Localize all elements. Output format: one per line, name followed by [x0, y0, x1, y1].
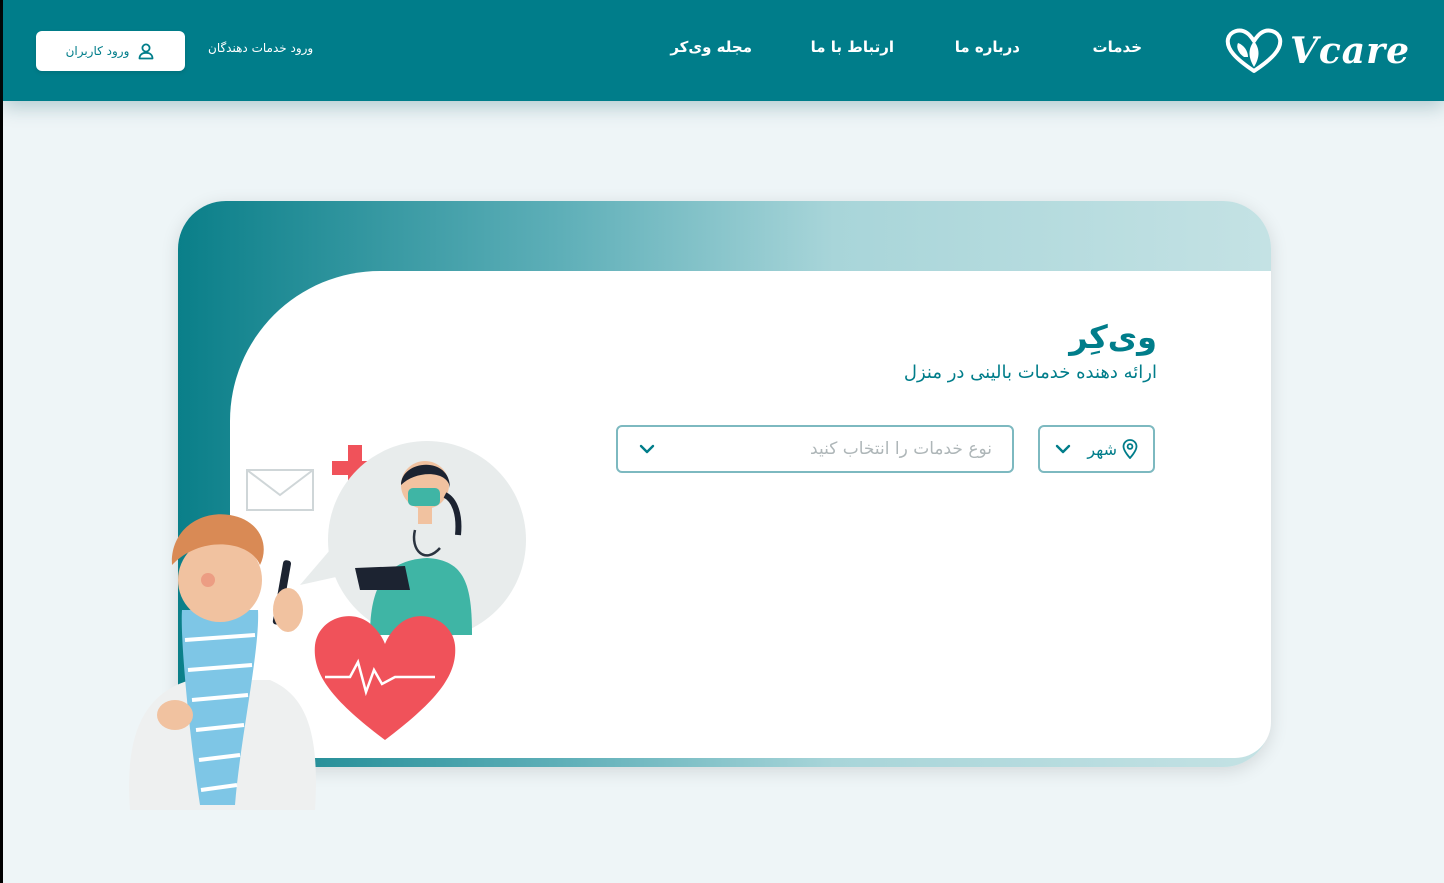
- user-icon: [139, 43, 154, 60]
- top-navbar: Vcare خدمات درباره ما ارتباط با ما مجله …: [3, 0, 1444, 101]
- city-select-value: شهر: [1087, 439, 1139, 459]
- telemedicine-illustration: [129, 441, 526, 810]
- nav-services[interactable]: خدمات: [1093, 38, 1142, 62]
- heart-leaf-icon: [1225, 28, 1283, 73]
- chevron-down-icon: [1055, 444, 1071, 454]
- vcare-logo[interactable]: Vcare: [1224, 26, 1410, 76]
- nav-about[interactable]: درباره ما: [955, 38, 1020, 62]
- service-type-placeholder: نوع خدمات را انتخاب کنید: [810, 439, 992, 459]
- nav-magazine[interactable]: مجله وی‌کر: [670, 38, 752, 62]
- city-select[interactable]: شهر: [1038, 425, 1155, 473]
- hero-title: وی‌کِر: [1069, 318, 1157, 356]
- user-login-label: ورود کاربران: [65, 44, 130, 58]
- provider-login-link[interactable]: ورود خدمات دهندگان: [208, 41, 313, 55]
- logo-text: Vcare: [1289, 30, 1410, 72]
- hero-subtitle: ارائه دهنده خدمات بالینی در منزل: [903, 362, 1157, 383]
- location-pin-icon: [1122, 439, 1138, 459]
- nav-contact[interactable]: ارتباط با ما: [811, 38, 894, 62]
- window-edge: [0, 0, 3, 883]
- patient-figure: [129, 514, 316, 810]
- envelope-icon: [246, 469, 314, 511]
- chevron-down-icon: [639, 444, 655, 454]
- user-login-button[interactable]: ورود کاربران: [36, 31, 185, 71]
- city-select-label: شهر: [1087, 439, 1117, 459]
- service-type-select[interactable]: نوع خدمات را انتخاب کنید: [616, 425, 1014, 473]
